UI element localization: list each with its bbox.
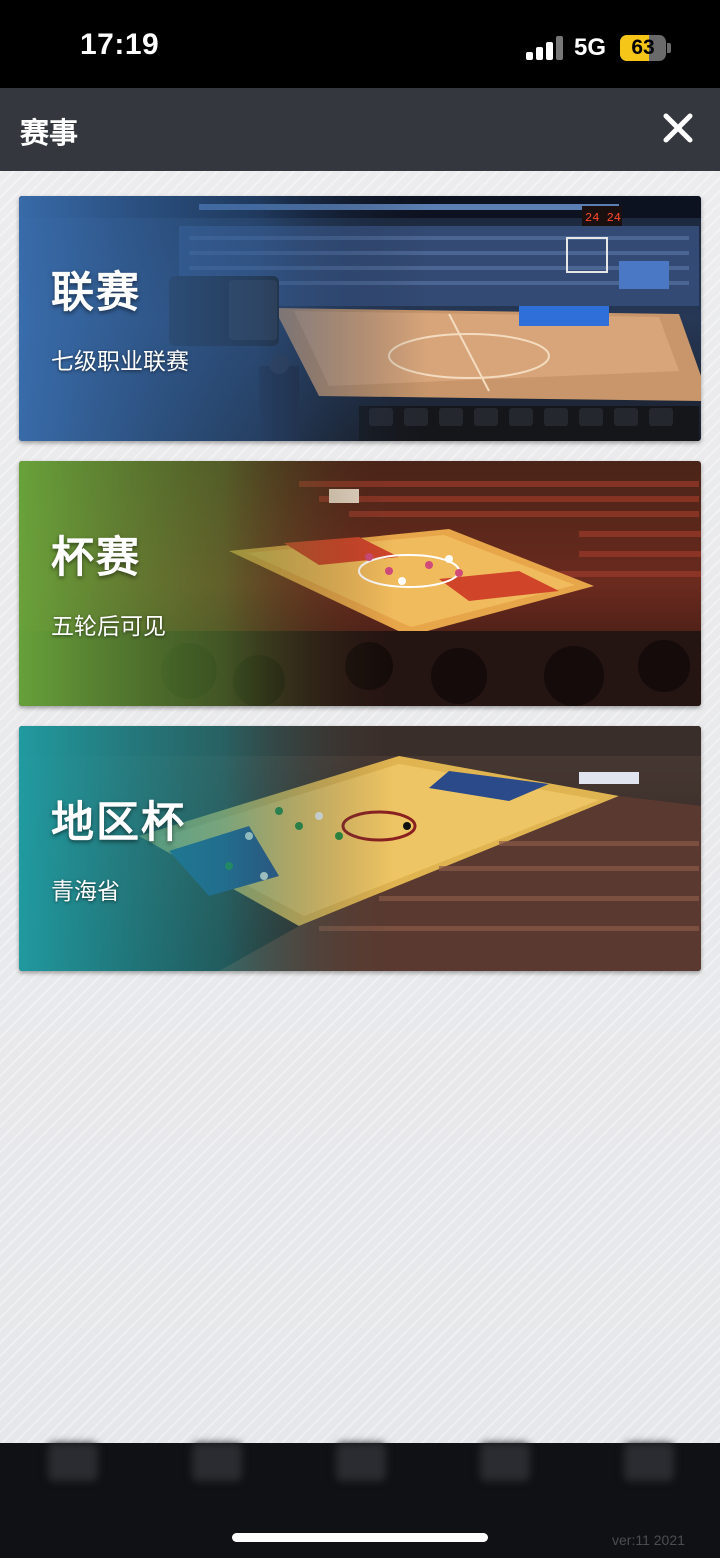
tab-icon — [336, 1443, 386, 1481]
tab-icon — [480, 1443, 530, 1481]
page-header: 赛事 — [0, 88, 720, 171]
cup-card[interactable]: 杯赛 五轮后可见 — [19, 461, 701, 706]
close-icon[interactable] — [656, 106, 700, 150]
battery-icon: 63 — [620, 35, 666, 61]
tab-icon — [624, 1443, 674, 1481]
card-subtitle: 青海省 — [51, 879, 120, 905]
regional-cup-card[interactable]: 地区杯 青海省 — [19, 726, 701, 971]
status-time: 17:19 — [80, 28, 160, 61]
battery-tip — [667, 43, 671, 53]
page-title: 赛事 — [20, 116, 79, 150]
card-title: 地区杯 — [51, 798, 186, 848]
version-label: ver:11 2021 — [612, 1532, 685, 1548]
card-title: 联赛 — [51, 268, 141, 318]
signal-icon — [526, 36, 564, 60]
status-bar: 17:19 5G 63 — [0, 0, 720, 88]
card-subtitle: 七级职业联赛 — [51, 349, 189, 375]
card-title: 杯赛 — [51, 533, 141, 583]
tab-icon — [48, 1443, 98, 1481]
league-card[interactable]: 24 24 联赛 七级职业联赛 — [19, 196, 701, 441]
home-indicator[interactable] — [232, 1533, 488, 1542]
card-subtitle: 五轮后可见 — [51, 614, 166, 640]
battery-level: 63 — [631, 36, 655, 59]
network-label: 5G — [574, 34, 607, 61]
tab-icon — [192, 1443, 242, 1481]
tab-1[interactable] — [0, 1443, 144, 1558]
